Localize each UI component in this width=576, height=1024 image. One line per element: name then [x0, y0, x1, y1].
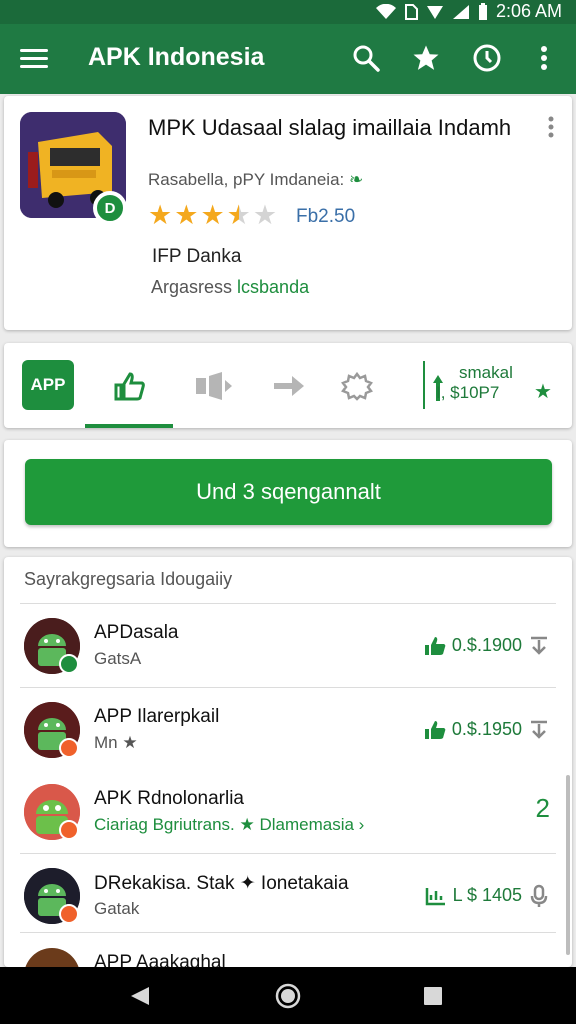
side-star-icon[interactable]: ★ — [534, 379, 552, 404]
app-name: MPK Udasaal slalag imaillaia Indamh — [148, 115, 512, 140]
mic-icon[interactable] — [528, 884, 550, 908]
thumbs-up-icon — [424, 720, 446, 739]
list-item-name: APK Rdnolonarlia — [94, 788, 244, 809]
list-item-stat: 0.$.1900 — [424, 635, 522, 656]
install-button[interactable]: Und 3 sqengannalt — [25, 459, 552, 525]
list-item-name: APDasala — [94, 622, 179, 643]
search-icon[interactable] — [349, 41, 383, 75]
tab-app-logo[interactable]: APP — [22, 360, 74, 410]
developer-line[interactable]: Rasabella, pPY Imdaneia: ❧ — [148, 170, 363, 190]
sim-icon — [404, 3, 418, 20]
side-title: smakal — [459, 363, 513, 382]
related-apps-list: Sayrakgregsaria Idougaiiy APDasala GatsA… — [4, 557, 572, 967]
app-thumbnail-icon — [24, 948, 80, 967]
list-item[interactable]: DRekakisa. Stak ✦ Ionetakaia Gatak L $ 1… — [4, 855, 572, 937]
list-item-stat: 0.$.1950 — [424, 719, 522, 740]
list-item-value: L $ 1405 — [452, 885, 522, 905]
scrollbar[interactable] — [566, 775, 570, 955]
tab-bar: APP smakal I, $10P7 ★ — [4, 343, 572, 428]
back-icon[interactable] — [125, 981, 155, 1011]
play-badge-icon — [59, 654, 79, 674]
list-item-sub: Mn ★ — [94, 733, 138, 752]
developer-name: Rasabella, pPY Imdaneia: — [148, 170, 345, 189]
chart-icon — [425, 887, 445, 905]
download-icon[interactable] — [528, 634, 550, 658]
wifi-icon — [375, 3, 396, 19]
rating-text: Fb2.50 — [296, 206, 356, 227]
more-vert-icon[interactable] — [527, 41, 561, 75]
signal-x-icon — [452, 4, 469, 19]
orange-badge-icon — [59, 820, 79, 840]
star-full-icon: ★ — [174, 200, 199, 230]
status-time: 2:06 AM — [495, 1, 562, 21]
list-item-stat: L $ 1405 — [425, 885, 522, 906]
list-item-name: APP Ilarerpkail — [94, 706, 220, 727]
category-link[interactable]: lcsbanda — [237, 277, 309, 297]
card-more-icon[interactable] — [548, 116, 554, 143]
divider — [20, 932, 556, 933]
orange-badge-icon — [59, 738, 79, 758]
category-line[interactable]: Argasress lcsbanda — [151, 277, 309, 298]
list-item[interactable]: APK Rdnolonarlia Ciariag Bgriutrans. ★ D… — [4, 771, 572, 853]
list-item-sub: Gatak — [94, 899, 140, 918]
list-item-value: 0.$.1900 — [451, 635, 522, 655]
install-card: Und 3 sqengannalt — [4, 440, 572, 547]
list-item[interactable]: APP Ilarerpkail Mn ★ 0.$.1950 — [4, 689, 572, 771]
list-item-name: DRekakisa. Stak ✦ Ionetakaia — [94, 873, 349, 894]
divider — [20, 687, 556, 688]
tab-divider — [423, 361, 425, 409]
list-item-value: 0.$.1950 — [451, 719, 522, 739]
app-title: APK Indonesia — [88, 43, 265, 71]
download-icon[interactable] — [528, 718, 550, 742]
signal-icon — [426, 5, 443, 19]
home-icon[interactable] — [273, 981, 303, 1011]
category-prefix: Argasress — [151, 277, 238, 297]
tab-active-indicator — [85, 424, 173, 428]
rating-stars: ★ ★ ★ ★ ★ — [148, 200, 277, 231]
star-full-icon: ★ — [148, 200, 173, 230]
tab-audio-icon[interactable] — [188, 363, 238, 409]
list-item-value: 2 — [535, 793, 550, 823]
status-bar: 2:06 AM — [0, 0, 576, 24]
system-nav-bar — [0, 967, 576, 1024]
side-value: I, $10P7 — [436, 383, 500, 402]
app-bar: APK Indonesia — [0, 24, 576, 94]
verified-badge-icon: D — [93, 191, 127, 225]
list-item[interactable]: APDasala GatsA 0.$.1900 — [4, 605, 572, 687]
divider — [20, 853, 556, 854]
star-half-icon: ★ — [226, 200, 251, 230]
list-header: Sayrakgregsaria Idougaiiy — [24, 569, 233, 589]
list-item[interactable]: APP Aaakaghal — [4, 935, 572, 967]
tab-gear-icon[interactable] — [332, 363, 382, 409]
star-empty-icon: ★ — [252, 200, 278, 230]
battery-icon — [478, 2, 487, 20]
history-icon[interactable] — [470, 41, 504, 75]
menu-icon[interactable] — [20, 44, 48, 74]
publisher: IFP Danka — [152, 246, 242, 267]
divider — [20, 603, 556, 604]
list-item-sub: Ciariag Bgriutrans. ★ Dlamemasia › — [94, 815, 365, 834]
tab-thumbs-up-icon[interactable] — [105, 363, 155, 409]
star-full-icon: ★ — [200, 200, 225, 230]
list-item-sub: GatsA — [94, 649, 142, 668]
star-icon[interactable] — [409, 41, 443, 75]
orange-badge-icon — [59, 904, 79, 924]
list-item-name: APP Aaakaghal — [94, 952, 226, 967]
tab-arrow-icon[interactable] — [264, 363, 314, 409]
leaf-icon: ❧ — [349, 170, 364, 189]
thumbs-up-icon — [424, 636, 446, 655]
recents-icon[interactable] — [418, 981, 448, 1011]
app-detail-card: D MPK Udasaal slalag imaillaia Indamh Ra… — [4, 96, 572, 330]
